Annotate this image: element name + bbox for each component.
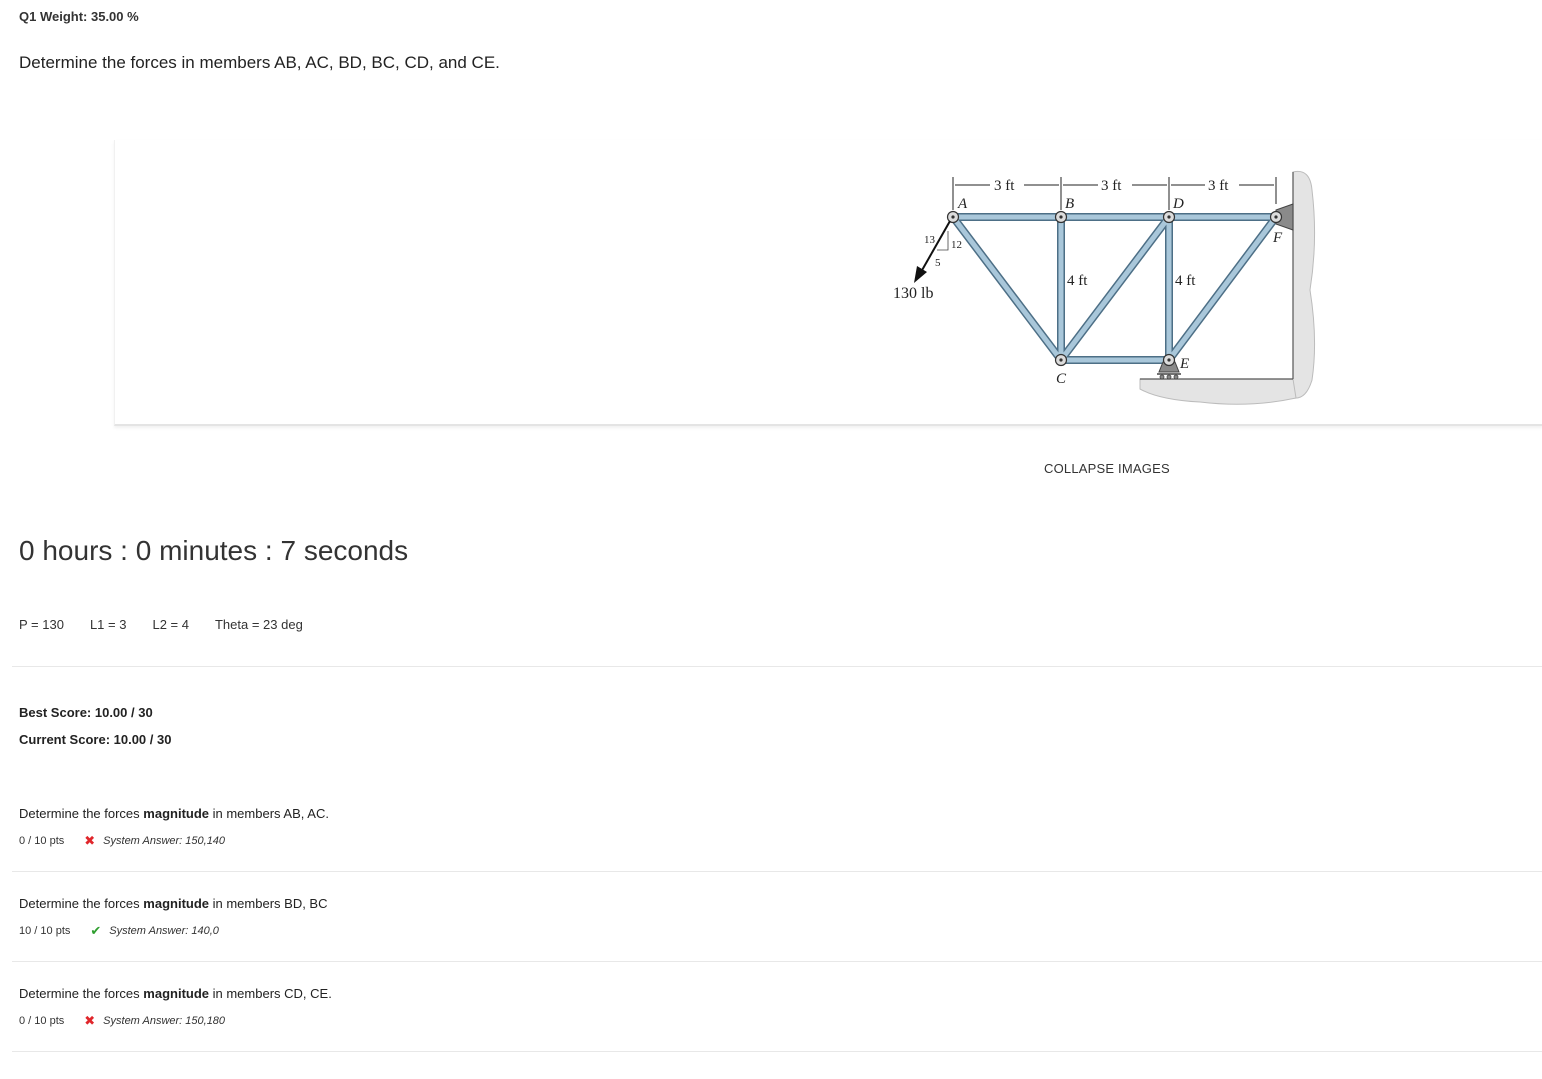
slope-label-12: 12 <box>951 239 962 251</box>
joint-label-b: B <box>1065 196 1074 212</box>
part-1-points: 0 / 10 pts <box>19 835 65 847</box>
part-3-question-bold: magnitude <box>143 986 210 1001</box>
part-1-question-bold: magnitude <box>143 806 210 821</box>
param-theta: Theta = 23 deg <box>214 617 303 632</box>
part-1-question: Determine the forces magnitude in member… <box>19 806 329 821</box>
param-l2: L2 = 4 <box>152 617 189 632</box>
correct-check-icon: ✔ <box>90 923 102 938</box>
part-3-system-answer: System Answer: 150,180 <box>103 1015 226 1027</box>
height-label-2: 4 ft <box>1175 273 1196 289</box>
best-score: Best Score: 10.00 / 30 <box>19 705 153 720</box>
divider <box>12 1051 1542 1052</box>
truss-diagram: 3 ft 3 ft 3 ft 4 ft 4 ft A B D F C E 13 … <box>893 170 1316 405</box>
joint-label-f: F <box>1272 230 1283 246</box>
elapsed-timer: 0 hours : 0 minutes : 7 seconds <box>19 535 409 566</box>
dim-label-1: 3 ft <box>994 178 1015 194</box>
part-2-result: 10 / 10 pts ✔ System Answer: 140,0 <box>19 923 219 939</box>
slope-label-13: 13 <box>924 234 936 246</box>
dim-label-3: 3 ft <box>1208 178 1229 194</box>
param-l1: L1 = 3 <box>89 617 127 632</box>
part-2-question-bold: magnitude <box>143 896 210 911</box>
param-p: P = 130 <box>19 617 64 632</box>
part-2-question: Determine the forces magnitude in member… <box>19 896 328 911</box>
part-3-question-text: Determine the forces <box>19 986 144 1001</box>
parameters-row: P = 130 L1 = 3 L2 = 4 Theta = 23 deg <box>19 617 329 632</box>
load-arrow <box>914 220 951 283</box>
joint-label-c: C <box>1056 371 1067 387</box>
incorrect-icon: ✖ <box>84 1013 96 1028</box>
height-label-1: 4 ft <box>1067 273 1088 289</box>
joint-label-e: E <box>1179 356 1189 372</box>
part-2-question-members: in members BD, BC <box>209 896 328 911</box>
current-score: Current Score: 10.00 / 30 <box>19 732 172 747</box>
part-1-question-members: in members AB, AC. <box>209 806 329 821</box>
part-3-result: 0 / 10 pts ✖ System Answer: 150,180 <box>19 1013 225 1029</box>
part-2-system-answer: System Answer: 140,0 <box>109 925 219 937</box>
part-2-question-text: Determine the forces <box>19 896 144 911</box>
part-3-question-members: in members CD, CE. <box>209 986 332 1001</box>
divider <box>12 666 1542 667</box>
truss-members <box>949 213 1280 364</box>
part-1-result: 0 / 10 pts ✖ System Answer: 150,140 <box>19 833 225 849</box>
question-text: Determine the forces in members AB, AC, … <box>19 53 500 72</box>
joint-label-a: A <box>957 196 968 212</box>
dim-label-2: 3 ft <box>1101 178 1122 194</box>
load-label: 130 lb <box>893 285 933 302</box>
part-1-question-text: Determine the forces <box>19 806 144 821</box>
part-3-points: 0 / 10 pts <box>19 1015 65 1027</box>
part-3-question: Determine the forces magnitude in member… <box>19 986 332 1001</box>
divider <box>12 961 1542 962</box>
divider <box>12 871 1542 872</box>
collapse-images-button[interactable]: COLLAPSE IMAGES <box>1044 461 1170 476</box>
slope-label-5: 5 <box>935 257 941 269</box>
incorrect-icon: ✖ <box>84 833 96 848</box>
joint-label-d: D <box>1172 196 1184 212</box>
part-2-points: 10 / 10 pts <box>19 925 71 937</box>
question-weight: Q1 Weight: 35.00 % <box>19 9 139 24</box>
part-1-system-answer: System Answer: 150,140 <box>103 835 226 847</box>
